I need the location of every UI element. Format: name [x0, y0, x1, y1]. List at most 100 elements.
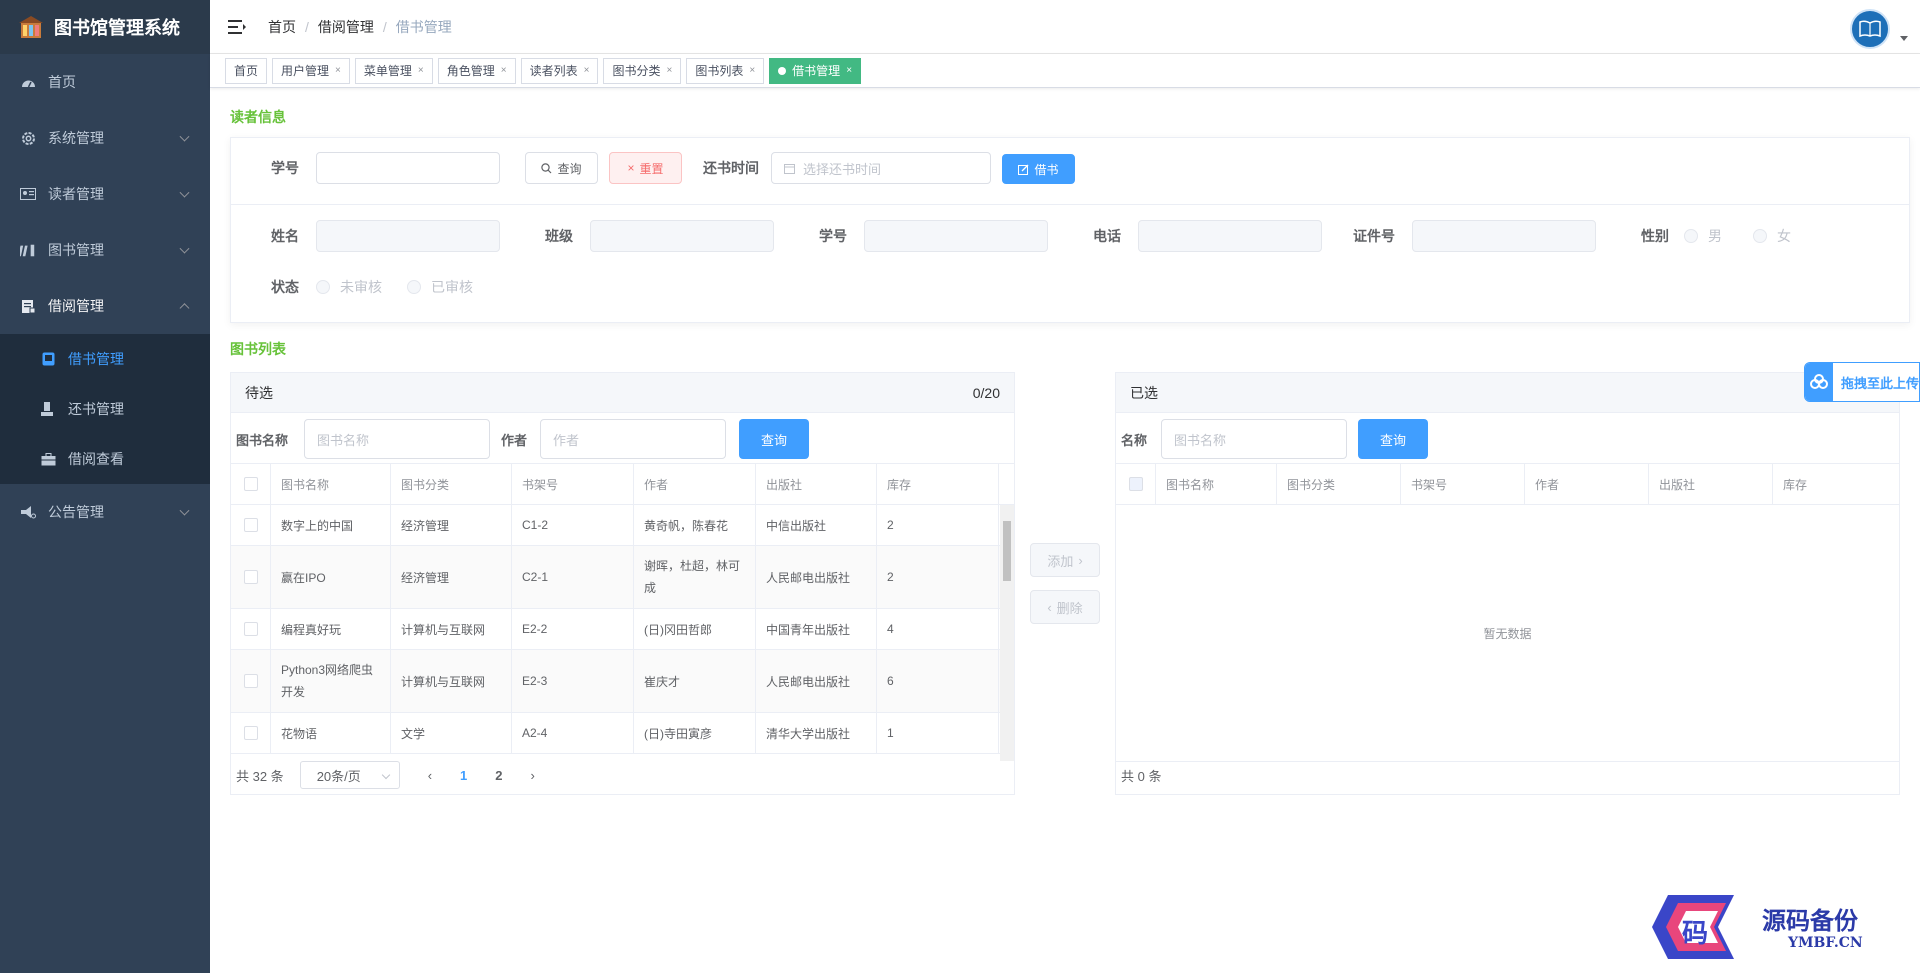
- close-icon[interactable]: ×: [501, 65, 507, 76]
- button-label: 添加: [1047, 553, 1074, 569]
- tag-roles[interactable]: 角色管理 ×: [437, 57, 516, 84]
- sidebar-item-notices[interactable]: 公告管理: [0, 484, 210, 540]
- add-button[interactable]: 添加 ›: [1030, 543, 1100, 577]
- book-search-button[interactable]: 查询: [739, 419, 809, 459]
- chevron-right-icon: ›: [1078, 552, 1083, 568]
- button-label: 删除: [1056, 600, 1083, 616]
- cell-author: 崔庆才: [634, 650, 756, 712]
- column-header[interactable]: 图书分类: [391, 464, 512, 504]
- table-row[interactable]: 数字上的中国 经济管理 C1-2 黄奇帆，陈春花 中信出版社 2: [231, 505, 1014, 546]
- cell-publisher: 中国青年出版社: [756, 609, 877, 649]
- column-header[interactable]: 书架号: [1401, 464, 1525, 504]
- table-row[interactable]: 赢在IPO 经济管理 C2-1 谢晖，杜超，林可成 人民邮电出版社 2: [231, 546, 1014, 609]
- row-checkbox[interactable]: [243, 674, 258, 688]
- caret-down-icon[interactable]: [1900, 36, 1908, 41]
- cell-author: 黄奇帆，陈春花: [634, 505, 756, 545]
- reader-card: 学号 查询 × 重置 还书时间 选择还书时间 借书 姓名 班级 学号 电话 证件…: [230, 137, 1910, 323]
- row-checkbox[interactable]: [243, 518, 258, 532]
- column-header[interactable]: 作者: [1525, 464, 1649, 504]
- row-checkbox[interactable]: [243, 570, 258, 584]
- close-icon[interactable]: ×: [666, 65, 672, 76]
- sidebar-item-readers[interactable]: 读者管理: [0, 166, 210, 222]
- sidebar-subitem-label: 还书管理: [68, 401, 124, 417]
- tag-home[interactable]: 首页: [225, 57, 268, 84]
- breadcrumb-home[interactable]: 首页: [268, 17, 296, 37]
- table-header: 图书名称 图书分类 书架号 作者 出版社 库存: [231, 463, 1014, 505]
- page-2[interactable]: 2: [495, 768, 502, 783]
- table-row[interactable]: Python3网络爬虫开发 计算机与互联网 E2-3 崔庆才 人民邮电出版社 6: [231, 650, 1014, 713]
- tag-book-category[interactable]: 图书分类 ×: [603, 57, 682, 84]
- next-page-icon[interactable]: ›: [531, 768, 535, 783]
- close-icon[interactable]: ×: [749, 65, 755, 76]
- page-1[interactable]: 1: [460, 768, 467, 783]
- column-header[interactable]: 库存: [1773, 464, 1899, 504]
- table-scrollbar[interactable]: [1000, 505, 1014, 761]
- gender-label: 性别: [1641, 228, 1669, 244]
- column-header[interactable]: 库存: [877, 464, 999, 504]
- sidebar-item-borrow[interactable]: 借阅管理: [0, 278, 210, 334]
- input-placeholder: 作者: [553, 432, 580, 448]
- student-no-input[interactable]: [316, 152, 500, 184]
- tag-label: 用户管理: [281, 64, 330, 78]
- tag-book-list[interactable]: 图书列表 ×: [686, 57, 765, 84]
- tag-reader-list[interactable]: 读者列表 ×: [520, 57, 599, 84]
- breadcrumb-borrow[interactable]: 借阅管理: [318, 17, 374, 37]
- column-header[interactable]: 书架号: [512, 464, 634, 504]
- selected-name-input[interactable]: 图书名称: [1161, 419, 1347, 459]
- close-icon[interactable]: ×: [335, 65, 341, 76]
- column-header[interactable]: 出版社: [756, 464, 877, 504]
- cell-stock: 6: [877, 650, 999, 712]
- tag-users[interactable]: 用户管理 ×: [272, 57, 350, 84]
- sidebar-item-system[interactable]: 系统管理: [0, 110, 210, 166]
- row-checkbox[interactable]: [243, 622, 258, 636]
- row-checkbox[interactable]: [243, 726, 258, 740]
- select-all-checkbox[interactable]: [1128, 477, 1143, 491]
- sidebar-item-books[interactable]: 图书管理: [0, 222, 210, 278]
- table-row[interactable]: 编程真好玩 计算机与互联网 E2-2 (日)冈田哲郎 中国青年出版社 4: [231, 609, 1014, 650]
- avatar[interactable]: [1850, 9, 1890, 49]
- sidebar-subitem-label: 借书管理: [68, 351, 124, 367]
- sidebar-item-home[interactable]: 首页: [0, 54, 210, 110]
- drag-upload-button[interactable]: 拖拽至此上传: [1804, 362, 1920, 402]
- column-header[interactable]: 图书分类: [1277, 464, 1401, 504]
- reset-button[interactable]: × 重置: [609, 152, 682, 184]
- close-icon[interactable]: ×: [418, 65, 424, 76]
- app-title: 图书馆管理系统: [54, 18, 180, 39]
- return-time-picker[interactable]: 选择还书时间: [771, 152, 991, 184]
- panel-header: 已选: [1116, 373, 1899, 413]
- remove-button[interactable]: ‹ 删除: [1030, 590, 1100, 624]
- close-icon[interactable]: ×: [584, 65, 590, 76]
- cell-category: 经济管理: [391, 505, 512, 545]
- watermark-logo: 码 源码备份 YMBF.CN: [1638, 893, 1898, 963]
- book-name-input[interactable]: 图书名称: [304, 419, 490, 459]
- cell-stock: 1: [877, 713, 999, 753]
- selected-search-button[interactable]: 查询: [1358, 419, 1428, 459]
- column-header[interactable]: 图书名称: [1156, 464, 1277, 504]
- megaphone-icon: [20, 504, 36, 520]
- column-header[interactable]: 图书名称: [271, 464, 391, 504]
- search-button[interactable]: 查询: [525, 152, 598, 184]
- tag-borrow-manage[interactable]: 借书管理 ×: [769, 57, 862, 84]
- sidebar-subitem-borrow-view[interactable]: 借阅查看: [0, 434, 210, 484]
- page-size-select[interactable]: 20条/页: [299, 761, 400, 789]
- column-header[interactable]: 出版社: [1649, 464, 1773, 504]
- author-input[interactable]: 作者: [540, 419, 726, 459]
- sidebar-subitem-borrow-manage[interactable]: 借书管理: [0, 334, 210, 384]
- phone-label: 电话: [1093, 228, 1121, 244]
- cell-publisher: 人民邮电出版社: [756, 546, 877, 608]
- watermark-logo-char: 码: [1682, 919, 1709, 949]
- tag-menus[interactable]: 菜单管理 ×: [354, 57, 433, 84]
- column-header[interactable]: 作者: [634, 464, 756, 504]
- prev-page-icon[interactable]: ‹: [428, 768, 432, 783]
- table-row[interactable]: 花物语 文学 A2-4 (日)寺田寅彦 清华大学出版社 1: [231, 713, 1014, 754]
- cell-stock: 2: [877, 505, 999, 545]
- sidebar-item-label: 图书管理: [48, 242, 104, 258]
- hamburger-icon[interactable]: [228, 19, 246, 34]
- logo[interactable]: 图书馆管理系统: [0, 0, 210, 54]
- select-all-checkbox[interactable]: [243, 477, 258, 491]
- tag-label: 首页: [234, 64, 259, 78]
- sidebar-subitem-return-manage[interactable]: 还书管理: [0, 384, 210, 434]
- borrow-button[interactable]: 借书: [1002, 154, 1075, 184]
- drag-upload-label: 拖拽至此上传: [1840, 375, 1919, 391]
- close-icon[interactable]: ×: [846, 65, 852, 76]
